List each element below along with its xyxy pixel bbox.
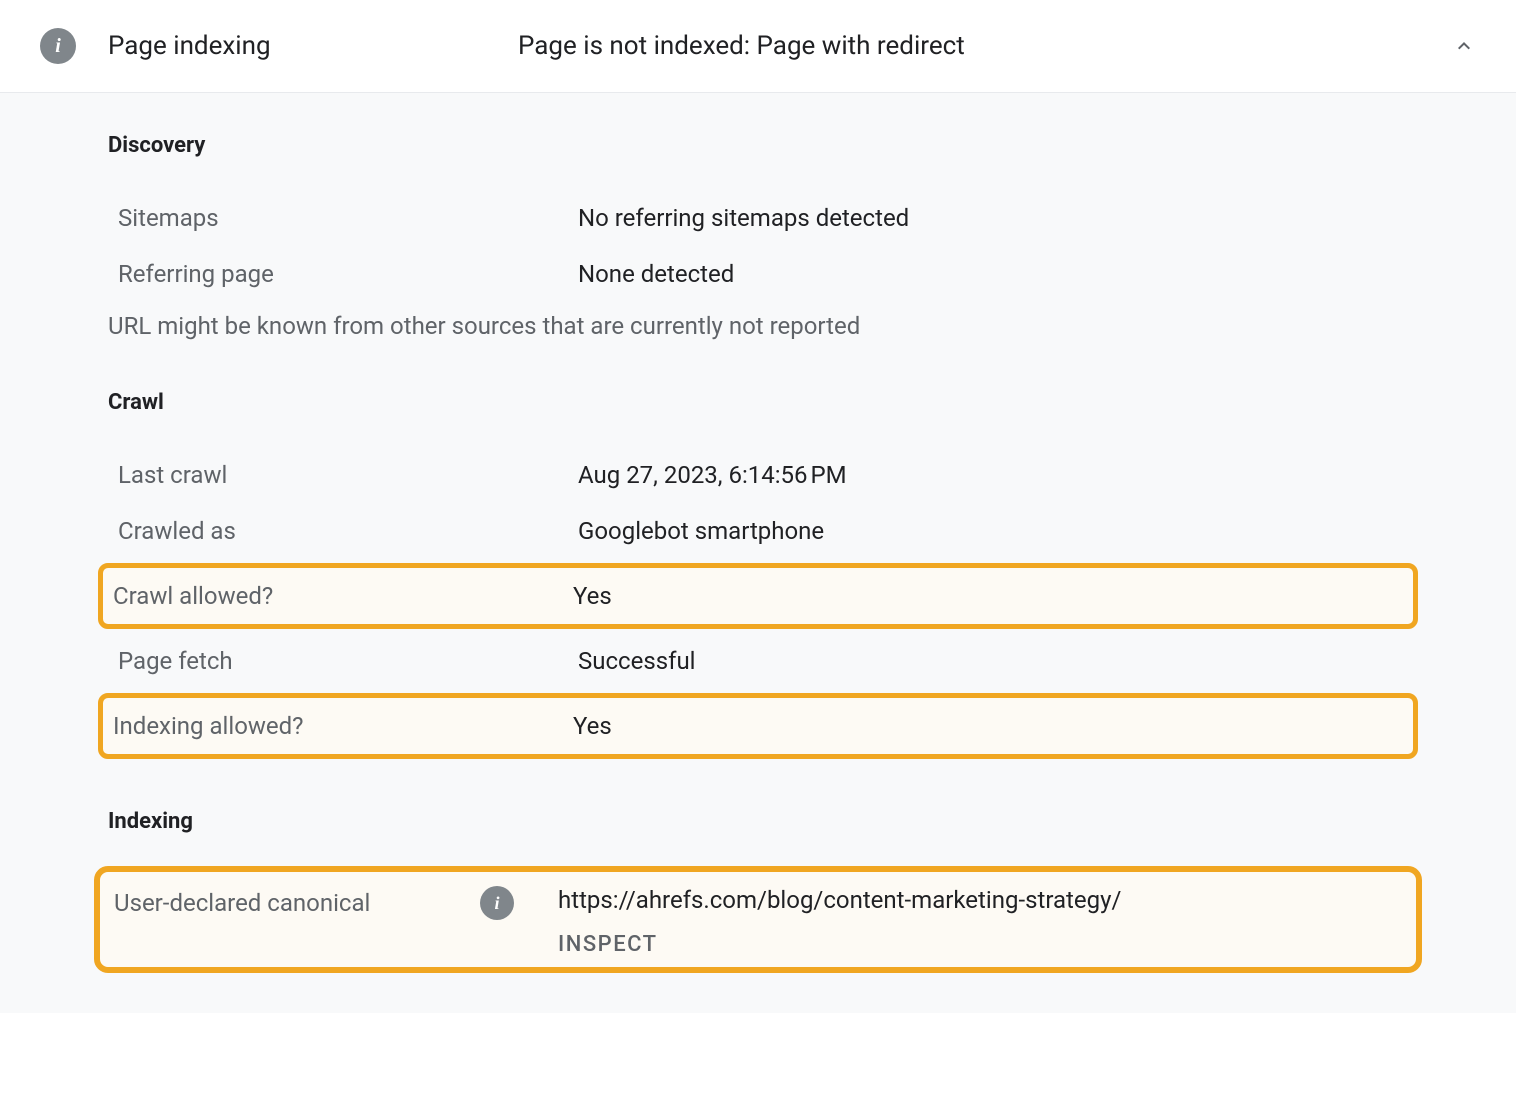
chevron-up-icon[interactable] (1452, 34, 1476, 58)
crawl-section: Crawl Last crawl Aug 27, 2023, 6:14:56 P… (108, 390, 1408, 759)
sitemaps-value: No referring sitemaps detected (578, 190, 1408, 246)
crawled-as-value: Googlebot smartphone (578, 503, 1408, 559)
canonical-label: User-declared canonical (114, 889, 370, 917)
crawl-allowed-label: Crawl allowed? (103, 568, 573, 624)
indexing-allowed-label: Indexing allowed? (103, 698, 573, 754)
crawled-as-row: Crawled as Googlebot smartphone (108, 503, 1408, 559)
referring-page-row: Referring page None detected (108, 246, 1408, 302)
discovery-title: Discovery (108, 133, 1408, 158)
info-icon: i (40, 28, 76, 64)
indexing-allowed-row: Indexing allowed? Yes (98, 693, 1418, 759)
discovery-section: Discovery Sitemaps No referring sitemaps… (108, 133, 1408, 340)
sitemaps-label: Sitemaps (108, 190, 578, 246)
user-declared-canonical-row: User-declared canonical i https://ahrefs… (94, 866, 1422, 973)
crawled-as-label: Crawled as (108, 503, 578, 559)
last-crawl-value: Aug 27, 2023, 6:14:56 PM (578, 447, 1408, 503)
indexing-allowed-value: Yes (573, 698, 1413, 754)
discovery-note: URL might be known from other sources th… (108, 312, 1408, 340)
details-body: Discovery Sitemaps No referring sitemaps… (0, 93, 1516, 1013)
page-fetch-value: Successful (578, 633, 1408, 689)
crawl-title: Crawl (108, 390, 1408, 415)
indexing-section: Indexing User-declared canonical i https… (108, 809, 1408, 973)
header-label: Page indexing (108, 31, 518, 61)
canonical-url: https://ahrefs.com/blog/content-marketin… (558, 886, 1406, 914)
inspect-link[interactable]: INSPECT (558, 932, 1406, 957)
last-crawl-label: Last crawl (108, 447, 578, 503)
indexing-title: Indexing (108, 809, 1408, 834)
referring-page-value: None detected (578, 246, 1408, 302)
last-crawl-row: Last crawl Aug 27, 2023, 6:14:56 PM (108, 447, 1408, 503)
crawl-allowed-value: Yes (573, 568, 1413, 624)
page-fetch-label: Page fetch (108, 633, 578, 689)
sitemaps-row: Sitemaps No referring sitemaps detected (108, 190, 1408, 246)
header-value: Page is not indexed: Page with redirect (518, 31, 1452, 61)
page-indexing-header[interactable]: i Page indexing Page is not indexed: Pag… (0, 0, 1516, 93)
info-icon[interactable]: i (480, 886, 514, 920)
crawl-allowed-row: Crawl allowed? Yes (98, 563, 1418, 629)
referring-page-label: Referring page (108, 246, 578, 302)
page-fetch-row: Page fetch Successful (108, 633, 1408, 689)
